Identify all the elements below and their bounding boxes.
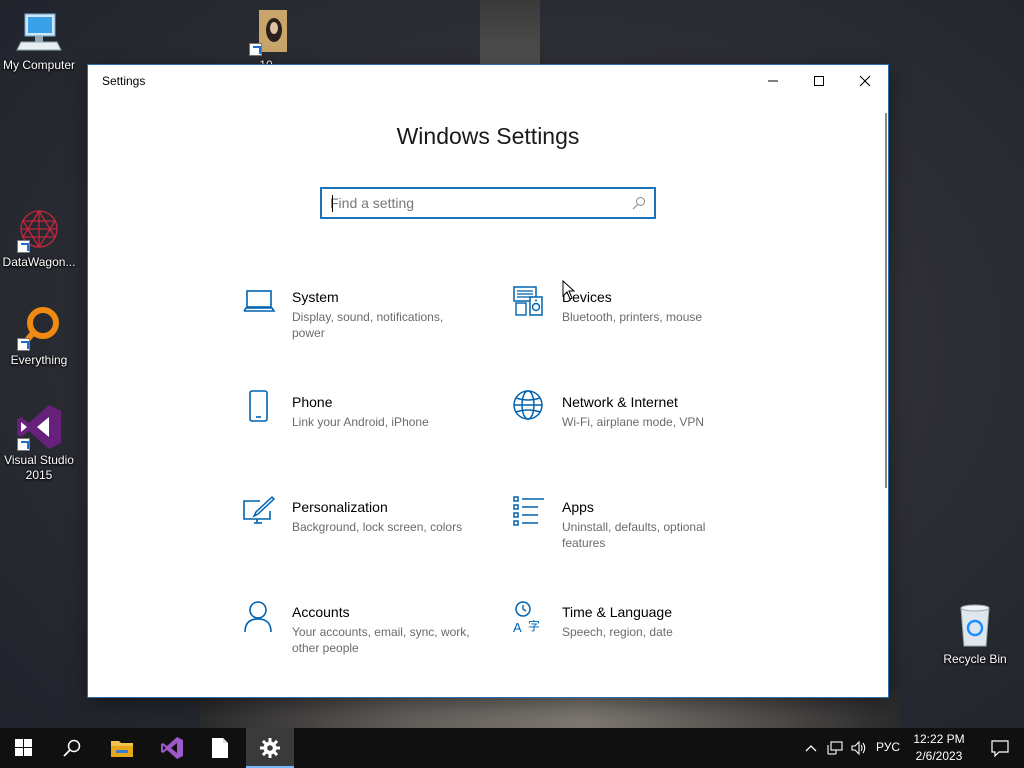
category-name: Accounts xyxy=(292,604,350,620)
taskbar: РУС 12:22 PM 2/6/2023 xyxy=(0,728,1024,768)
desktop-icon-everything[interactable]: Everything xyxy=(1,303,77,368)
category-description: Wi-Fi, airplane mode, VPN xyxy=(562,415,705,429)
person-icon xyxy=(244,601,272,633)
close-button[interactable] xyxy=(842,65,888,97)
desktop-icon-my-computer[interactable]: My Computer xyxy=(1,8,77,73)
search-icon xyxy=(63,739,81,757)
laptop-icon xyxy=(243,290,276,312)
category-description: Display, sound, notifications, power xyxy=(292,310,444,340)
start-button[interactable] xyxy=(0,728,48,768)
taskbar-search-button[interactable] xyxy=(48,728,96,768)
start-icon xyxy=(15,739,32,756)
category-description: Speech, region, date xyxy=(562,625,673,639)
category-name: Time & Language xyxy=(562,604,672,620)
maximize-button[interactable] xyxy=(796,65,842,97)
category-name: Network & Internet xyxy=(562,394,678,410)
document-icon xyxy=(212,738,228,758)
desktop-icon-label: My Computer xyxy=(2,58,76,72)
maximize-icon xyxy=(814,76,824,86)
volume-tray-button[interactable] xyxy=(846,728,872,768)
category-time-language[interactable]: A 字 Time & Language Speech, region, date xyxy=(512,600,752,680)
settings-icon xyxy=(260,738,280,758)
speaker-icon xyxy=(851,741,866,755)
category-name: System xyxy=(292,289,339,305)
phone-icon xyxy=(249,390,268,422)
clock-date: 2/6/2023 xyxy=(915,749,963,763)
taskbar-document[interactable] xyxy=(196,728,244,768)
shortcut-arrow-icon xyxy=(17,438,30,451)
search-box[interactable] xyxy=(320,187,656,219)
globe-icon xyxy=(513,390,543,420)
category-phone[interactable]: Phone Link your Android, iPhone xyxy=(242,390,482,470)
desktop-icon-label: 10... xyxy=(233,58,309,64)
desktop-icon-label: Recycle Bin xyxy=(943,652,1007,666)
input-language-indicator[interactable]: РУС xyxy=(872,740,904,754)
search-icon xyxy=(632,197,645,210)
time-language-icon: A 字 xyxy=(513,601,540,634)
desktop-icon-visual-studio[interactable]: Visual Studio 2015 xyxy=(1,403,77,483)
show-hidden-icons-button[interactable] xyxy=(800,728,822,768)
category-system[interactable]: System Display, sound, notifications, po… xyxy=(242,285,482,365)
apps-list-icon xyxy=(513,496,544,526)
file-explorer-icon xyxy=(111,741,133,757)
datawagon-icon xyxy=(15,205,63,253)
category-network-internet[interactable]: Network & Internet Wi-Fi, airplane mode,… xyxy=(512,390,752,470)
search-input[interactable] xyxy=(330,194,620,212)
notification-icon xyxy=(991,740,1009,757)
visual-studio-icon xyxy=(161,737,183,759)
category-description: Uninstall, defaults, optional features xyxy=(562,520,706,550)
shortcut-arrow-icon xyxy=(249,43,262,56)
category-apps[interactable]: Apps Uninstall, defaults, optional featu… xyxy=(512,495,752,575)
action-center-button[interactable] xyxy=(976,728,1024,768)
taskbar-clock[interactable]: 12:22 PM 2/6/2023 xyxy=(904,731,974,765)
category-personalization[interactable]: Personalization Background, lock screen,… xyxy=(242,495,482,575)
wallpaper-detail xyxy=(480,0,540,65)
svg-text:A: A xyxy=(513,620,522,634)
window-title: Settings xyxy=(102,74,146,88)
taskbar-file-explorer[interactable] xyxy=(98,728,146,768)
recycle-bin-icon xyxy=(951,602,999,650)
network-icon xyxy=(827,741,843,755)
settings-window: Settings Windows Settings System Display… xyxy=(88,65,888,697)
desktop-icon-datawagon[interactable]: DataWagon... xyxy=(1,205,77,270)
category-description: Your accounts, email, sync, work, other … xyxy=(292,625,470,655)
shortcut-arrow-icon xyxy=(17,240,30,253)
desktop-icon-label: DataWagon... xyxy=(2,255,76,269)
svg-text:字: 字 xyxy=(528,618,540,633)
photo-thumbnail-icon xyxy=(247,8,295,56)
scrollbar[interactable] xyxy=(885,113,887,488)
minimize-button[interactable] xyxy=(750,65,796,97)
close-icon xyxy=(859,75,871,87)
category-devices[interactable]: Devices Bluetooth, printers, mouse xyxy=(512,285,752,365)
category-name: Phone xyxy=(292,394,333,410)
category-accounts[interactable]: Accounts Your accounts, email, sync, wor… xyxy=(242,600,482,680)
category-name: Apps xyxy=(562,499,594,515)
category-name: Personalization xyxy=(292,499,388,515)
category-description: Bluetooth, printers, mouse xyxy=(562,310,703,324)
desktop-icon-image-file[interactable]: 10... xyxy=(233,8,309,64)
text-caret xyxy=(332,195,333,212)
network-tray-button[interactable] xyxy=(822,728,848,768)
desktop-icon-recycle-bin[interactable]: Recycle Bin xyxy=(937,602,1013,667)
category-description: Link your Android, iPhone xyxy=(292,415,429,429)
desktop-icon-label: Visual Studio 2015 xyxy=(4,453,74,482)
computer-icon xyxy=(15,8,63,56)
chevron-up-icon xyxy=(805,745,817,752)
shortcut-arrow-icon xyxy=(17,338,30,351)
taskbar-settings[interactable] xyxy=(246,728,294,768)
desktop-icon-label: Everything xyxy=(10,353,68,367)
minimize-icon xyxy=(768,80,778,82)
visual-studio-icon xyxy=(15,403,63,451)
keyboard-speaker-icon xyxy=(513,286,543,316)
mouse-cursor-icon xyxy=(562,280,576,300)
title-bar[interactable]: Settings xyxy=(88,65,888,97)
clock-time: 12:22 PM xyxy=(913,732,965,746)
magnifier-search-icon xyxy=(15,303,63,351)
category-description: Background, lock screen, colors xyxy=(292,520,463,534)
page-title: Windows Settings xyxy=(396,123,580,149)
taskbar-visual-studio[interactable] xyxy=(148,728,196,768)
paint-monitor-icon xyxy=(243,495,276,524)
